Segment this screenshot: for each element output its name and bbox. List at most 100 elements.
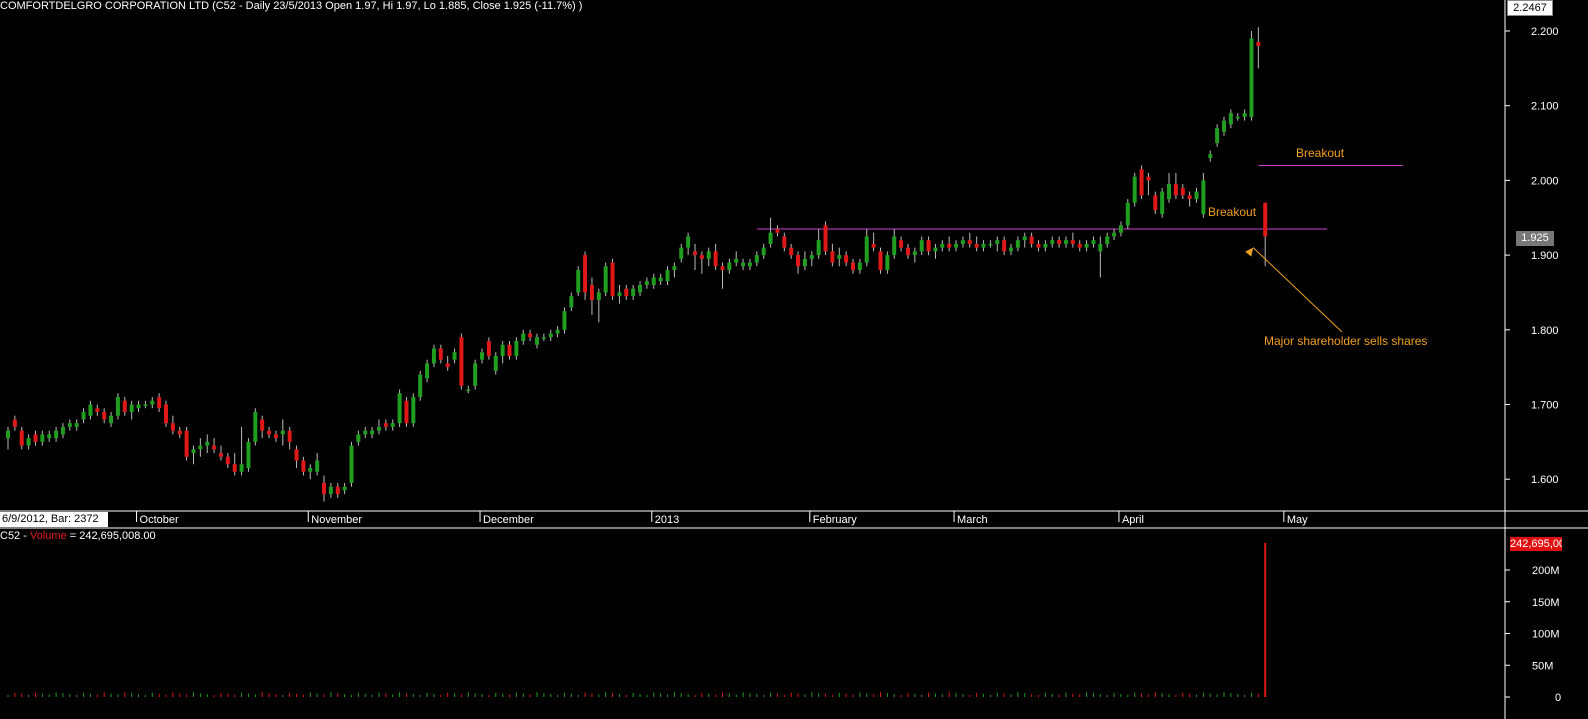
- candle-body: [1242, 113, 1247, 117]
- candle-body: [919, 240, 924, 252]
- candle-body: [431, 348, 436, 364]
- candle-body: [1201, 180, 1206, 215]
- annotation-breakout: Breakout: [1208, 205, 1257, 219]
- candle-body: [1036, 243, 1041, 248]
- candle-body: [940, 243, 945, 248]
- candle-body: [486, 341, 491, 356]
- candle-body: [411, 397, 416, 424]
- candle-body: [54, 430, 59, 439]
- candle-body: [1057, 240, 1062, 244]
- price-tick-label: 1.900: [1531, 250, 1559, 262]
- candle-body: [47, 434, 52, 439]
- candle-body: [541, 337, 546, 339]
- candle-body: [899, 240, 904, 248]
- candle-body: [1221, 120, 1226, 132]
- price-tick-label: 1.600: [1531, 474, 1559, 486]
- candle-body: [466, 389, 471, 392]
- candle-body: [1208, 154, 1213, 158]
- candle-body: [1215, 128, 1220, 144]
- candle-body: [562, 311, 567, 330]
- candle-body: [280, 430, 285, 435]
- candle-body: [644, 281, 649, 285]
- candle-body: [802, 258, 807, 267]
- candle-body: [164, 404, 169, 424]
- candle-body: [1009, 247, 1014, 252]
- volume-tick-label: 50M: [1532, 660, 1553, 672]
- candle-body: [218, 453, 223, 457]
- candle-body: [267, 430, 272, 435]
- candle-body: [493, 355, 498, 371]
- candle-body: [988, 243, 993, 246]
- date-tick-label: October: [140, 514, 179, 526]
- candle-body: [754, 255, 759, 263]
- candle-body: [74, 423, 79, 427]
- volume-tick-label: 200M: [1532, 565, 1560, 577]
- price-volume-chart[interactable]: 2.200 2.100 2.000 1.900 1.800 1.700 1.600 Octob…: [0, 0, 1588, 719]
- candle-body: [356, 434, 361, 442]
- candle-body: [823, 225, 828, 252]
- price-tick-label: 2.200: [1531, 26, 1559, 38]
- candle-body: [301, 460, 306, 472]
- candle-body: [205, 441, 210, 446]
- candle-body: [885, 255, 890, 271]
- candle-body: [878, 251, 883, 271]
- candle-body: [1002, 240, 1007, 252]
- volume-tick-label: 150M: [1532, 597, 1560, 609]
- candle-body: [782, 236, 787, 248]
- candle-body: [679, 247, 684, 259]
- candle-body: [844, 255, 849, 263]
- candle-body: [1167, 184, 1172, 200]
- candle-body: [294, 449, 299, 461]
- annotation-arrowhead: [1245, 247, 1254, 257]
- annotation-breakout: Breakout: [1296, 146, 1345, 160]
- candle-body: [521, 333, 526, 342]
- candle-body: [33, 434, 38, 442]
- candle-body: [912, 251, 917, 256]
- candle-body: [555, 329, 560, 334]
- candle-body: [88, 404, 93, 416]
- candle-body: [143, 404, 148, 406]
- candle-body: [191, 449, 196, 454]
- candle-body: [741, 262, 746, 267]
- candle-body: [596, 292, 601, 300]
- volume-tick-label: 0: [1555, 692, 1561, 704]
- price-tick-label: 2.000: [1531, 175, 1559, 187]
- candle-body: [67, 423, 72, 427]
- candle-body: [995, 240, 1000, 244]
- candle-body: [761, 247, 766, 256]
- candle-body: [699, 255, 704, 259]
- candle-body: [473, 363, 478, 386]
- candle-body: [686, 236, 691, 248]
- candle-body: [672, 266, 677, 271]
- candle-body: [747, 262, 752, 267]
- candle-body: [514, 341, 519, 356]
- candle-body: [816, 240, 821, 256]
- candle-body: [12, 419, 17, 427]
- date-tick-label: April: [1122, 514, 1144, 526]
- candle-body: [1022, 236, 1027, 241]
- candle-body: [967, 240, 972, 244]
- candle-body: [589, 284, 594, 300]
- candle-body: [452, 352, 457, 360]
- candle-body: [1029, 236, 1034, 244]
- candle-body: [1118, 225, 1123, 233]
- candle-body: [693, 251, 697, 256]
- candle-body: [809, 255, 814, 259]
- candle-body: [954, 243, 959, 248]
- candle-body: [1063, 240, 1068, 244]
- candle-body: [390, 423, 395, 427]
- candle-body: [933, 247, 938, 252]
- candle-body: [1070, 240, 1075, 244]
- candle-body: [363, 430, 368, 435]
- candle-body: [40, 434, 45, 442]
- candle-body: [184, 430, 189, 457]
- candle-body: [157, 397, 162, 409]
- candle-body: [370, 430, 375, 435]
- candle-body: [315, 460, 320, 472]
- candle-body: [658, 277, 663, 282]
- candle-body: [1173, 184, 1178, 196]
- candle-body: [631, 288, 636, 297]
- candle-body: [1139, 169, 1144, 196]
- candle-body: [129, 404, 134, 412]
- candle-body: [1194, 191, 1199, 200]
